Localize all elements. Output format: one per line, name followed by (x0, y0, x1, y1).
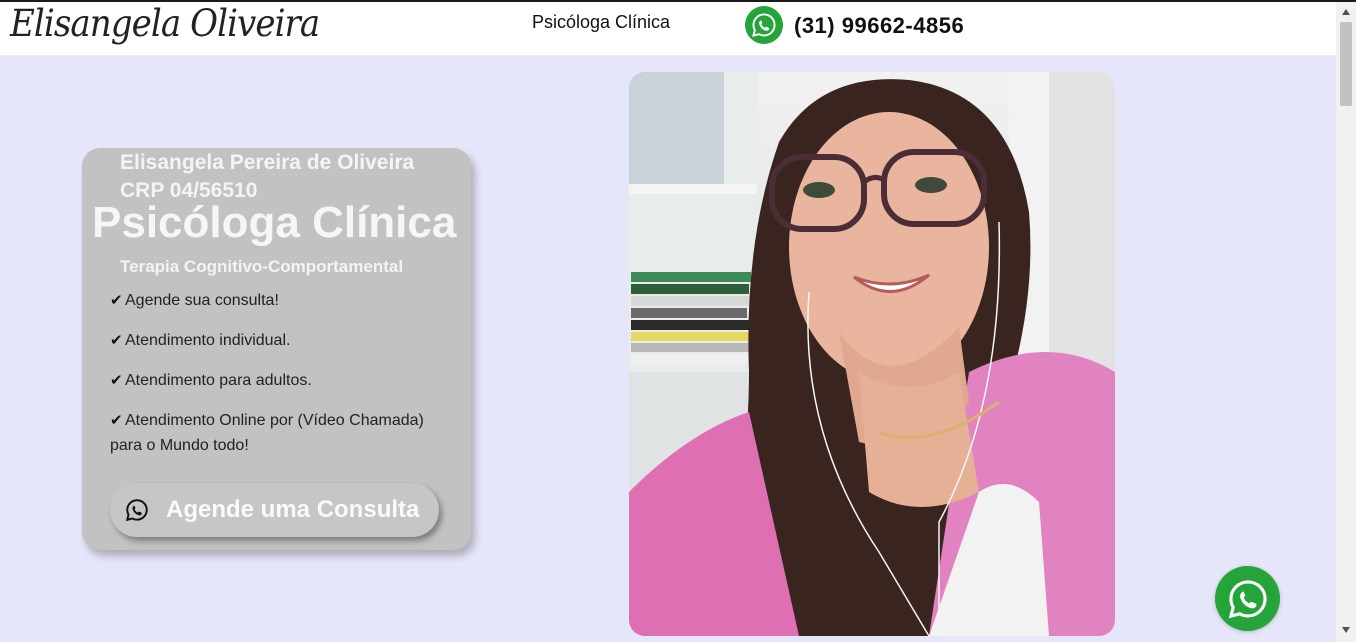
check-icon: ✔ (110, 372, 123, 389)
check-icon: ✔ (110, 412, 123, 429)
list-item-text: Atendimento individual. (125, 332, 291, 349)
card-subtitle: Terapia Cognitivo-Comportamental (120, 257, 404, 276)
scroll-down-arrow-icon[interactable] (1336, 622, 1356, 638)
schedule-consultation-label: Agende uma Consulta (166, 496, 420, 523)
scrollbar-thumb[interactable] (1340, 22, 1352, 106)
whatsapp-outline-icon (124, 497, 150, 523)
psychologist-name: Elisangela Pereira de Oliveira (120, 151, 415, 174)
list-item: ✔ Atendimento individual. (110, 328, 455, 353)
header-title: Psicóloga Clínica (532, 12, 671, 32)
profile-photo (629, 72, 1115, 636)
list-item: ✔ Atendimento para adultos. (110, 368, 455, 393)
schedule-consultation-button[interactable]: Agende uma Consulta (110, 483, 439, 537)
whatsapp-icon (1228, 579, 1267, 618)
list-item-text: Atendimento Online por (Vídeo Chamada) p… (110, 412, 424, 454)
check-icon: ✔ (110, 332, 123, 349)
services-list: ✔ Agende sua consulta! ✔ Atendimento indiv… (110, 288, 455, 473)
scroll-up-arrow-icon[interactable] (1336, 4, 1356, 20)
whatsapp-icon[interactable] (745, 6, 783, 44)
list-item-text: Agende sua consulta! (125, 292, 279, 309)
list-item: ✔ Agende sua consulta! (110, 288, 455, 313)
intro-card: Elisangela Pereira de Oliveira CRP 04/56… (82, 148, 471, 550)
list-item: ✔ Atendimento Online por (Vídeo Chamada) … (110, 408, 455, 458)
vertical-scrollbar[interactable] (1336, 2, 1356, 642)
phone-number[interactable]: (31) 99662-4856 (794, 13, 964, 39)
floating-whatsapp-button[interactable] (1215, 566, 1280, 631)
list-item-text: Atendimento para adultos. (125, 372, 312, 389)
card-title: Psicóloga Clínica (92, 198, 457, 247)
site-header: Elisangela Oliveira Psicóloga Clínica (3… (0, 2, 1336, 56)
site-logo[interactable]: Elisangela Oliveira (10, 2, 320, 45)
check-icon: ✔ (110, 292, 123, 309)
